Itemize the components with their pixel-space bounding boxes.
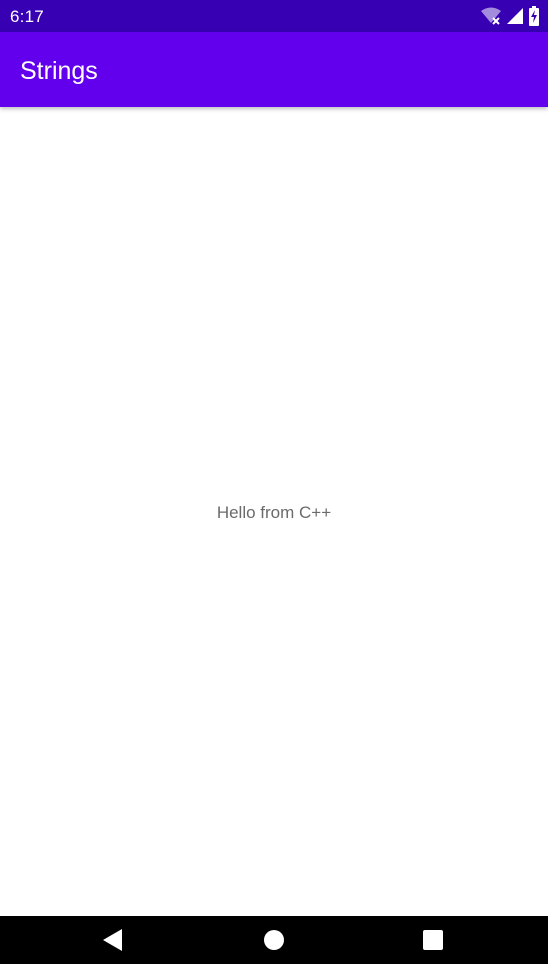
wifi-no-internet-icon bbox=[480, 7, 502, 25]
status-time: 6:17 bbox=[10, 7, 44, 26]
main-content: Hello from C++ bbox=[0, 107, 548, 916]
home-button[interactable] bbox=[262, 928, 286, 952]
recents-button[interactable] bbox=[421, 928, 445, 952]
navigation-bar bbox=[0, 916, 548, 964]
recents-icon bbox=[421, 928, 445, 952]
cellular-signal-icon bbox=[506, 7, 524, 25]
back-icon bbox=[101, 928, 125, 952]
back-button[interactable] bbox=[101, 928, 125, 952]
status-bar: 6:17 bbox=[0, 0, 548, 32]
hello-text: Hello from C++ bbox=[216, 503, 332, 522]
home-icon bbox=[262, 928, 286, 952]
app-bar: Strings bbox=[0, 32, 548, 107]
status-icons bbox=[480, 6, 540, 26]
app-title: Strings bbox=[20, 57, 98, 85]
phone-screen: 6:17 Strings Hello from C++ bbox=[0, 0, 548, 964]
battery-charging-icon bbox=[528, 6, 540, 26]
